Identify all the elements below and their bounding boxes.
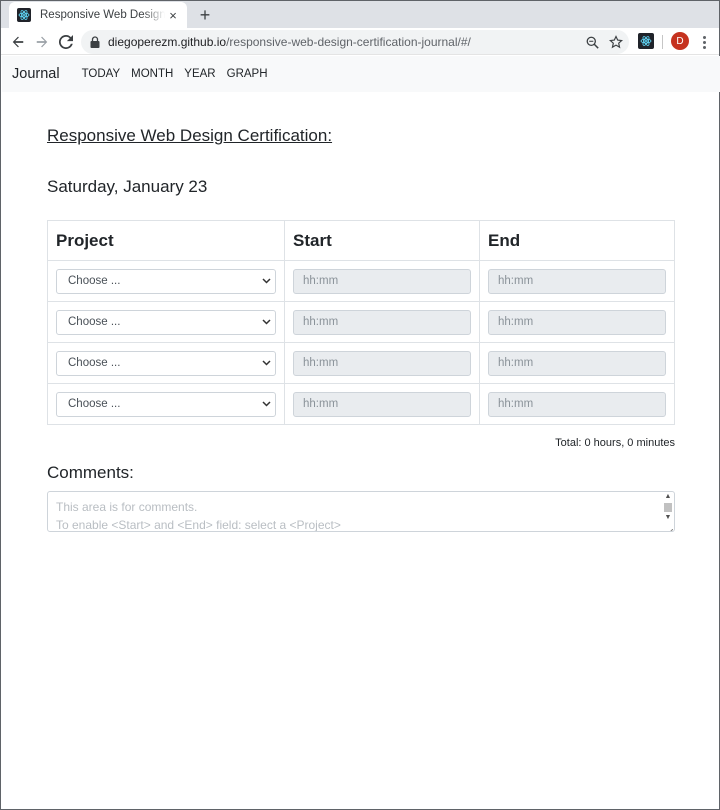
tab-close-icon[interactable]: × [165,7,181,23]
navbar-brand[interactable]: Journal [12,66,60,82]
url-path: /responsive-web-design-certification-jou… [226,35,471,49]
url-text: diegoperezm.github.io/responsive-web-des… [108,35,471,49]
resize-handle-icon[interactable] [666,523,674,531]
address-bar[interactable]: diegoperezm.github.io/responsive-web-des… [81,30,629,54]
project-select-value: Choose ... [68,357,121,369]
table-row: Choose ... hh:mm hh:mm [47,383,675,425]
project-select[interactable]: Choose ... [56,309,276,335]
chevron-down-icon [262,357,271,369]
toolbar-separator [662,35,663,49]
url-host: diegoperezm.github.io [108,35,227,49]
chevron-down-icon [262,398,271,410]
time-log-table: Project Start End Choose ... hh:mm hh:mm… [47,220,675,425]
project-cell: Choose ... [47,301,285,343]
project-select[interactable]: Choose ... [56,350,276,376]
start-time-input: hh:mm [293,268,471,294]
react-favicon-icon [17,8,31,22]
start-cell: hh:mm [284,342,480,384]
back-icon[interactable] [7,31,29,53]
react-extension-icon[interactable] [638,33,654,49]
end-time-input: hh:mm [488,268,666,294]
browser-tabstrip: Responsive Web Design Pr × + [1,1,719,28]
start-time-input: hh:mm [293,350,471,376]
page-date: Saturday, January 23 [47,177,208,196]
nav-link-graph[interactable]: GRAPH [227,68,268,80]
chevron-down-icon [262,275,271,287]
project-select[interactable]: Choose ... [56,391,276,417]
table-row: Choose ... hh:mm hh:mm [47,342,675,384]
comments-placeholder-line: To enable <Start> and <End> field: selec… [56,518,341,532]
end-time-input: hh:mm [488,350,666,376]
table-row: Choose ... hh:mm hh:mm [47,301,675,343]
table-row: Choose ... hh:mm hh:mm [47,260,675,302]
comments-textarea[interactable]: This area is for comments. To enable <St… [47,491,675,532]
end-cell: hh:mm [479,301,675,343]
chevron-down-icon [262,316,271,328]
certification-title-link[interactable]: Responsive Web Design Certification: [47,126,332,146]
end-cell: hh:mm [479,260,675,302]
project-select-value: Choose ... [68,275,121,287]
total-time: Total: 0 hours, 0 minutes [555,437,675,449]
end-cell: hh:mm [479,342,675,384]
start-cell: hh:mm [284,383,480,425]
table-header-row: Project Start End [47,220,675,261]
star-icon[interactable] [608,34,624,50]
new-tab-button[interactable]: + [194,4,216,26]
start-cell: hh:mm [284,260,480,302]
tab-title: Responsive Web Design Pr [40,9,165,21]
start-time-input: hh:mm [293,309,471,335]
end-cell: hh:mm [479,383,675,425]
project-cell: Choose ... [47,260,285,302]
project-select-value: Choose ... [68,316,121,328]
column-header-project: Project [47,220,285,261]
main-content: Responsive Web Design Certification: Sat… [47,92,675,532]
project-select-value: Choose ... [68,398,121,410]
project-cell: Choose ... [47,383,285,425]
end-time-input: hh:mm [488,391,666,417]
scroll-down-icon[interactable]: ▼ [665,514,672,522]
browser-toolbar: diegoperezm.github.io/responsive-web-des… [1,28,719,55]
comments-label: Comments: [47,463,134,482]
browser-tab[interactable]: Responsive Web Design Pr × [9,2,187,28]
project-cell: Choose ... [47,342,285,384]
menu-icon[interactable] [698,32,710,52]
nav-link-year[interactable]: YEAR [184,68,215,80]
profile-avatar[interactable]: D [671,32,689,50]
scroll-up-icon[interactable]: ▲ [665,493,672,501]
site-navbar: Journal TODAY MONTH YEAR GRAPH [2,56,720,92]
project-select[interactable]: Choose ... [56,268,276,294]
start-time-input: hh:mm [293,391,471,417]
column-header-end: End [479,220,675,261]
end-time-input: hh:mm [488,309,666,335]
nav-link-today[interactable]: TODAY [82,68,121,80]
lock-icon [89,36,101,48]
zoom-icon[interactable] [584,34,600,50]
forward-icon[interactable] [31,31,53,53]
start-cell: hh:mm [284,301,480,343]
nav-link-month[interactable]: MONTH [131,68,173,80]
column-header-start: Start [284,220,480,261]
reload-icon[interactable] [55,31,77,53]
scroll-thumb[interactable] [664,503,672,512]
comments-placeholder-line: This area is for comments. [56,500,198,514]
